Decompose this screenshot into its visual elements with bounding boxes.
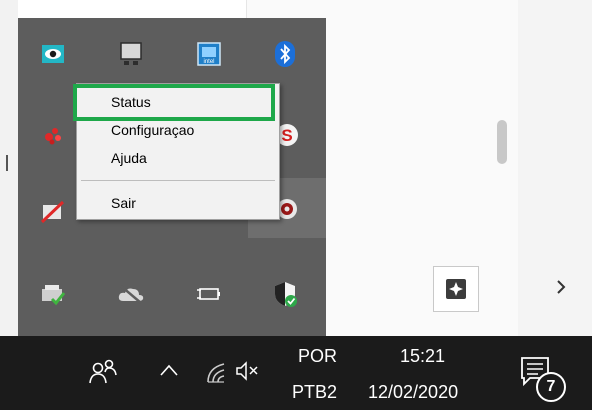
menu-separator: [81, 180, 275, 181]
battery-plug-icon: [197, 288, 220, 300]
svg-text:S: S: [281, 126, 292, 145]
clock-date[interactable]: 12/02/2020: [368, 382, 458, 403]
bluetooth-icon: [275, 41, 295, 67]
chevron-up-icon[interactable]: [158, 362, 180, 378]
notification-count-badge: 7: [536, 372, 566, 402]
tray-icon-onedrive[interactable]: [102, 265, 160, 323]
tray-icon-intel[interactable]: intel: [180, 25, 238, 83]
tray-icon-security[interactable]: [256, 265, 314, 323]
remote-desktop-icon: [120, 42, 142, 65]
action-center-button[interactable]: 7: [518, 354, 568, 404]
tray-icon-printer[interactable]: [24, 265, 82, 323]
tray-context-menu: Status Configuraçao Ajuda Sair: [76, 83, 280, 220]
menu-item-sair[interactable]: Sair: [77, 192, 279, 214]
tray-icon-battery[interactable]: [180, 265, 238, 323]
tray-icon-network-disabled[interactable]: [24, 183, 82, 241]
taskbar: POR PTB2 15:21 12/02/2020 7: [0, 336, 592, 410]
scrollbar-thumb[interactable]: [497, 120, 507, 164]
chevron-right-icon[interactable]: [552, 278, 570, 296]
eye-icon: [42, 45, 64, 63]
menu-item-ajuda[interactable]: Ajuda: [77, 147, 279, 169]
windows-security-icon: [275, 282, 297, 307]
keyboard-layout[interactable]: PTB2: [292, 382, 337, 403]
svg-text:intel: intel: [203, 59, 214, 65]
clock-time[interactable]: 15:21: [400, 346, 445, 367]
tray-icon-bluetooth[interactable]: [256, 25, 314, 83]
tray-icon-remote[interactable]: [102, 25, 160, 83]
onedrive-offline-icon: [118, 285, 144, 304]
intel-graphics-icon: intel: [197, 42, 221, 66]
pin-icon: [446, 279, 466, 299]
tray-icon-eye[interactable]: [24, 25, 82, 83]
menu-item-configuracao[interactable]: Configuraçao: [77, 119, 279, 141]
app-red-icon: [45, 128, 61, 145]
tray-icon-red-app[interactable]: [24, 106, 82, 164]
menu-item-status[interactable]: Status: [77, 91, 279, 113]
pin-button[interactable]: [433, 266, 479, 312]
speaker-muted-icon[interactable]: [234, 360, 260, 382]
printer-check-icon: [42, 285, 66, 306]
text-cursor: [6, 155, 8, 171]
wifi-icon[interactable]: [204, 358, 230, 384]
background-window-strip: [0, 0, 18, 336]
people-icon[interactable]: [86, 357, 120, 387]
network-disabled-icon: [40, 200, 65, 224]
language-code[interactable]: POR: [298, 346, 337, 367]
